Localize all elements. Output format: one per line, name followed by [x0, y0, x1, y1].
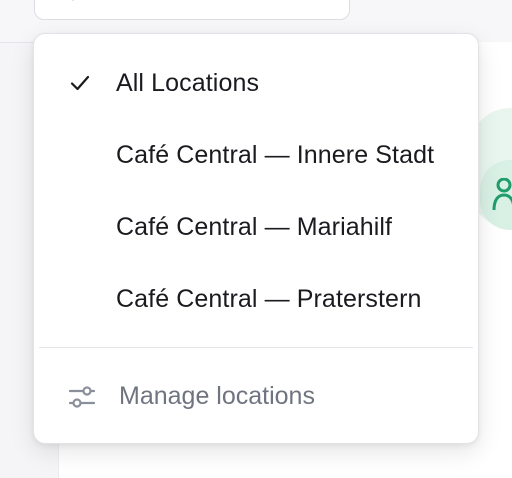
location-select-trigger[interactable] [34, 0, 350, 20]
menu-item-mariahilf[interactable]: Café Central — Mariahilf [34, 199, 480, 255]
menu-item-label: Café Central — Innere Stadt [116, 140, 435, 169]
menu-item-label: Café Central — Praterstern [116, 284, 422, 313]
menu-divider [39, 347, 473, 348]
manage-locations-button[interactable]: Manage locations [34, 369, 480, 425]
menu-item-all-locations[interactable]: All Locations [34, 55, 480, 111]
chevron-down-icon [67, 0, 79, 1]
manage-locations-label: Manage locations [119, 382, 315, 410]
menu-item-label: All Locations [116, 68, 260, 97]
user-icon [492, 178, 512, 211]
menu-item-label: Café Central — Mariahilf [116, 212, 393, 241]
page: All Locations Café Central — Innere Stad… [0, 0, 512, 478]
menu-item-praterstern[interactable]: Café Central — Praterstern [34, 271, 480, 327]
menu-item-innere-stadt[interactable]: Café Central — Innere Stadt [34, 127, 480, 183]
sliders-icon [68, 386, 96, 408]
check-icon [70, 75, 90, 91]
location-dropdown-menu: All Locations Café Central — Innere Stad… [33, 33, 479, 444]
